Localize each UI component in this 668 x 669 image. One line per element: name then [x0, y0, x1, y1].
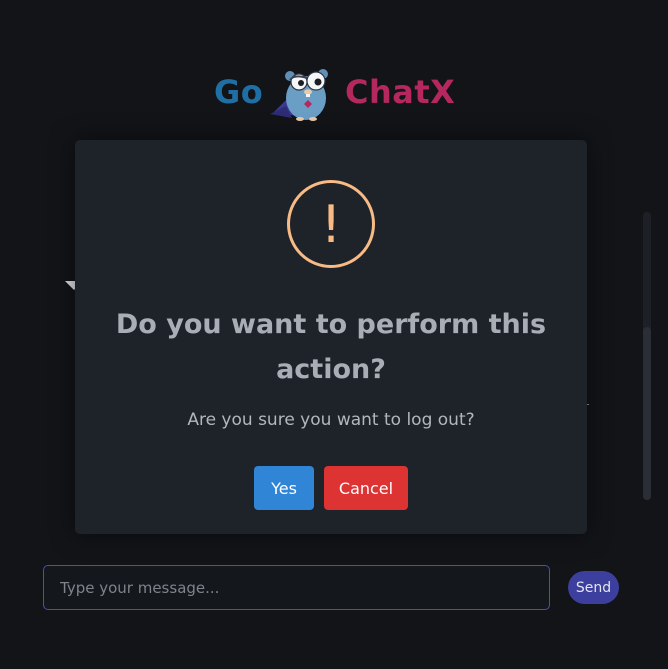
gopher-mascot-icon: [270, 69, 328, 121]
chat-scrollbar-thumb[interactable]: [643, 327, 651, 500]
app-logo: Go ChatX: [0, 62, 668, 128]
confirm-yes-button[interactable]: Yes: [254, 466, 314, 510]
cancel-button[interactable]: Cancel: [324, 466, 408, 510]
chat-page: Go ChatX ! Do you want to perform this a…: [0, 0, 668, 669]
warning-icon: !: [287, 180, 375, 268]
send-button[interactable]: Send: [568, 571, 619, 604]
logo-text-go: Go: [214, 73, 264, 111]
confirm-dialog: ! Do you want to perform this action? Ar…: [75, 140, 587, 534]
message-input[interactable]: [43, 565, 550, 610]
dialog-message: Are you sure you want to log out?: [187, 410, 475, 430]
warning-glyph: !: [320, 195, 342, 255]
logo-text-chatx: ChatX: [345, 73, 456, 111]
dialog-title: Do you want to perform this action?: [115, 309, 547, 385]
